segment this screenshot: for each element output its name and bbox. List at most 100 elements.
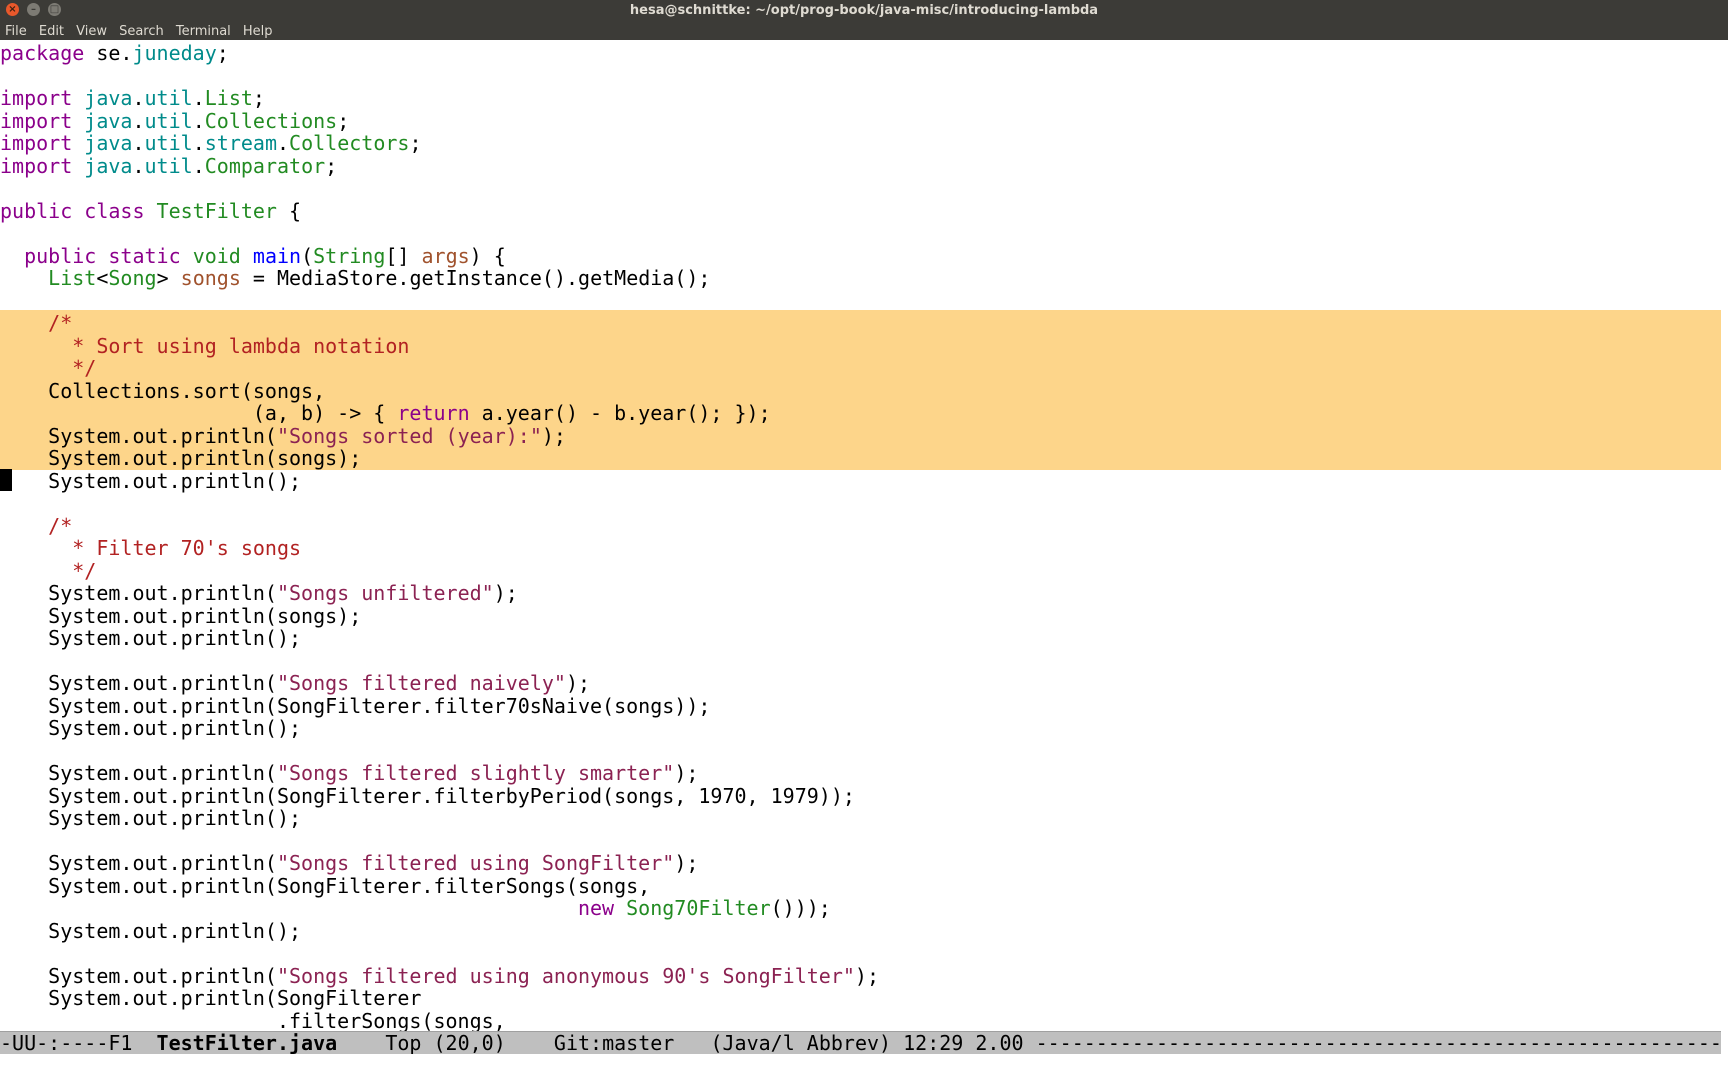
- emacs-modeline: -UU-:----F1 TestFilter.java Top (20,0) G…: [0, 1031, 1721, 1054]
- code-token: System.out.println();: [0, 918, 302, 943]
- code-token: System.out.println(: [0, 671, 277, 695]
- code-token: */: [48, 356, 97, 380]
- code-line: (a, b) -> { return a.year() - b.year(); …: [0, 401, 1728, 425]
- code-line: */: [0, 559, 1728, 583]
- code-line: List<Song> songs = MediaStore.getInstanc…: [0, 266, 1728, 290]
- code-line: System.out.println();: [0, 716, 1728, 740]
- code-token: );: [854, 963, 880, 988]
- code-line: System.out.println("Songs filtered using…: [0, 963, 1728, 988]
- code-token: a.year() - b.year(); });: [469, 401, 771, 425]
- menu-help[interactable]: Help: [243, 22, 273, 42]
- code-line: import java.util.Comparator;: [0, 153, 1728, 178]
- code-token: /*: [48, 513, 73, 538]
- code-line: System.out.println("Songs sorted (year):…: [0, 423, 1728, 448]
- code-token: .: [132, 86, 145, 110]
- code-token: = MediaStore.getInstance().getMedia();: [240, 266, 711, 290]
- code-token: ;: [216, 41, 229, 65]
- code-token: System.out.println();: [0, 626, 302, 650]
- code-token: );: [541, 423, 566, 448]
- menu-search[interactable]: Search: [119, 22, 164, 42]
- code-line: public class TestFilter {: [0, 198, 1728, 223]
- code-token: util: [144, 153, 193, 178]
- code-token: .: [276, 131, 290, 155]
- code-token: <: [96, 266, 109, 290]
- code-token: util: [144, 108, 193, 133]
- code-line: System.out.println("Songs filtered using…: [0, 851, 1728, 875]
- code-token: System.out.println(songs);: [0, 603, 362, 628]
- modeline-vcs-branch: Git:master: [553, 1031, 675, 1054]
- code-token: TestFilter: [156, 198, 277, 223]
- code-line: System.out.println();: [0, 468, 1728, 493]
- modeline-buffer-name: TestFilter.java: [156, 1031, 338, 1054]
- code-token: songs: [180, 266, 241, 290]
- menu-edit[interactable]: Edit: [39, 22, 64, 42]
- code-line: public static void main(String[] args) {: [0, 243, 1728, 268]
- code-token: import: [0, 131, 73, 155]
- code-token: Collections.sort(songs,: [0, 378, 326, 403]
- code-token: .filterSongs(songs,: [0, 1008, 506, 1032]
- code-token: (: [301, 243, 314, 268]
- code-token: >: [156, 266, 181, 290]
- code-token: ) {: [469, 243, 506, 268]
- code-token: package: [0, 41, 85, 65]
- code-token: ;: [337, 108, 350, 133]
- code-line: System.out.println(SongFilterer.filterSo…: [0, 874, 1728, 898]
- code-token: stream: [204, 131, 277, 155]
- code-token: ;: [409, 131, 422, 155]
- code-token: (a, b) -> {: [0, 401, 398, 425]
- code-token: );: [674, 851, 699, 875]
- code-token: System.out.println(SongFilterer: [0, 986, 422, 1010]
- code-token: java: [84, 153, 133, 178]
- code-line: /*: [0, 311, 1728, 335]
- code-editor[interactable]: package se.juneday; import java.util.Lis…: [0, 41, 1728, 1031]
- code-line: */: [0, 356, 1728, 380]
- code-token: System.out.println();: [0, 716, 302, 740]
- code-token: Song: [108, 266, 157, 290]
- menu-view[interactable]: View: [76, 22, 107, 42]
- code-line: /*: [0, 513, 1728, 538]
- code-token: import: [0, 86, 73, 110]
- code-line: System.out.println(SongFilterer.filter70…: [0, 694, 1728, 718]
- code-token: main: [252, 243, 302, 268]
- code-token: import: [0, 153, 73, 178]
- modeline-status: -UU-:----F1: [0, 1031, 157, 1054]
- text-cursor: [0, 468, 12, 491]
- code-token: "Songs filtered using SongFilter": [276, 851, 675, 875]
- code-token: System.out.println(: [0, 963, 277, 988]
- code-token: java: [84, 86, 133, 110]
- code-token: args: [421, 243, 470, 268]
- code-token: public static: [24, 243, 181, 268]
- menu-terminal[interactable]: Terminal: [176, 22, 231, 42]
- code-token: /*: [48, 311, 73, 335]
- menu-file[interactable]: File: [5, 22, 27, 42]
- code-token: void: [192, 243, 241, 268]
- code-token: System.out.println(: [0, 581, 277, 605]
- code-line: new Song70Filter()));: [0, 896, 1728, 920]
- code-token: .: [192, 108, 205, 133]
- code-line: System.out.println(songs);: [0, 603, 1728, 628]
- minibuffer[interactable]: [0, 1054, 1728, 1080]
- code-token: System.out.println(songs);: [0, 446, 362, 470]
- code-token: .: [192, 86, 205, 110]
- code-token: se.: [84, 41, 133, 65]
- code-line: System.out.println();: [0, 806, 1728, 830]
- code-token: System.out.println(: [0, 851, 277, 875]
- code-token: {: [276, 198, 302, 223]
- code-token: public class: [0, 198, 145, 223]
- code-token: System.out.println();: [0, 468, 302, 493]
- code-token: System.out.println(SongFilterer.filterby…: [0, 783, 855, 808]
- modeline-position: Top (20,0): [337, 1031, 554, 1054]
- code-line: Collections.sort(songs,: [0, 378, 1728, 403]
